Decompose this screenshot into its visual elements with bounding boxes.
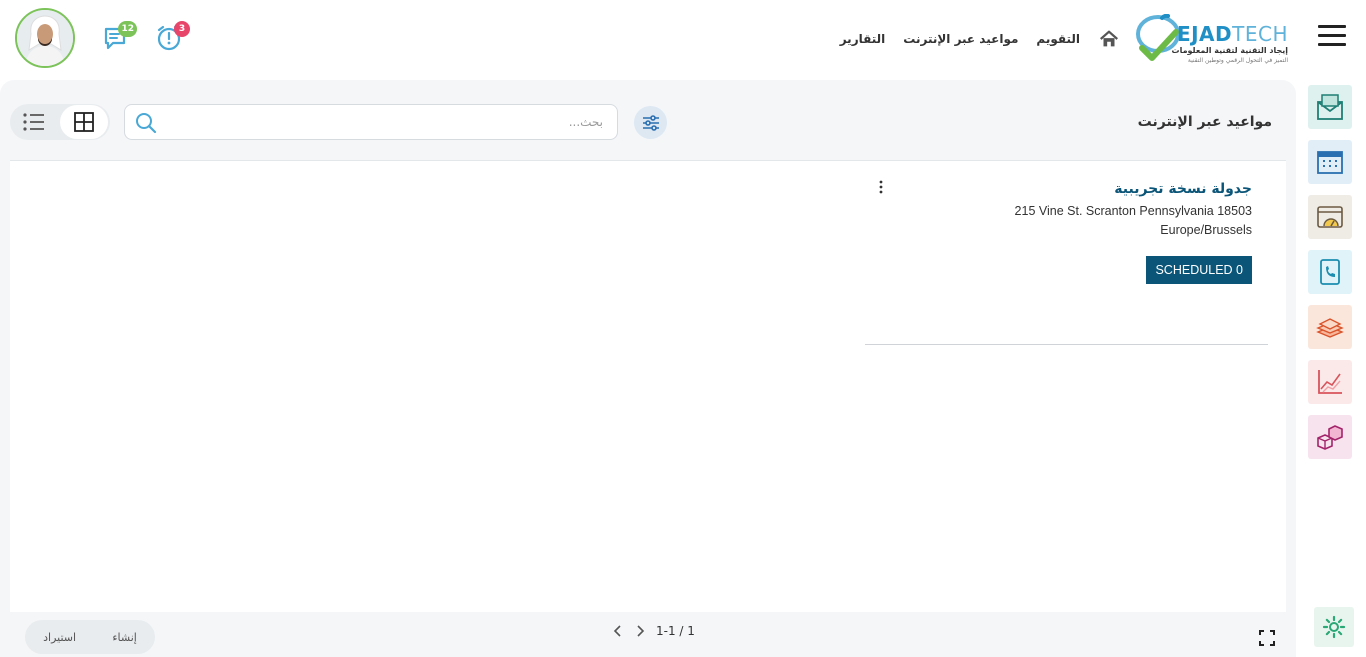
brand-tagline: إيجاد التقنية لتقنية المعلومات xyxy=(1171,46,1288,55)
search-box xyxy=(124,104,618,140)
alarm-notifications[interactable]: 3 xyxy=(156,21,190,52)
status-badge[interactable]: SCHEDULED 0 xyxy=(1146,256,1252,284)
appointment-card[interactable]: جدولة نسخة تجريبية 215 Vine St. Scranton… xyxy=(865,161,1268,345)
sidebar-item-dashboard[interactable] xyxy=(1308,195,1352,239)
appointments-grid: جدولة نسخة تجريبية 215 Vine St. Scranton… xyxy=(10,160,1286,612)
filter-button[interactable] xyxy=(634,106,667,139)
dashboard-icon xyxy=(1317,206,1343,228)
create-button[interactable]: إنشاء xyxy=(112,631,136,644)
gear-icon xyxy=(1322,615,1346,639)
main-panel: مواعيد عبر الإنترنت جدولة نسخة xyxy=(0,80,1296,657)
card-address: 215 Vine St. Scranton Pennsylvania 18503 xyxy=(1014,204,1252,218)
page-title: مواعيد عبر الإنترنت xyxy=(1137,114,1272,130)
home-icon[interactable] xyxy=(1098,28,1120,50)
sidebar-item-mail[interactable] xyxy=(1308,85,1352,129)
app-sidebar xyxy=(1308,85,1354,470)
card-timezone: Europe/Brussels xyxy=(1160,223,1252,237)
brand-logo[interactable]: EJADTECH إيجاد التقنية لتقنية المعلومات … xyxy=(1132,12,1288,68)
list-icon[interactable] xyxy=(22,111,46,133)
brand-name: EJADTECH xyxy=(1176,22,1288,46)
pager-text: 1-1 / 1 xyxy=(656,624,695,638)
search-input[interactable] xyxy=(173,105,603,139)
footer-bar: استيراد إنشاء 1-1 / 1 xyxy=(0,612,1296,657)
avatar[interactable] xyxy=(15,8,75,68)
chevron-right-icon[interactable] xyxy=(634,624,646,638)
hamburger-icon[interactable] xyxy=(1318,25,1346,47)
sidebar-item-calendar[interactable] xyxy=(1308,140,1352,184)
top-nav: التقويم مواعيد عبر الإنترنت التقارير xyxy=(840,28,1120,50)
mail-icon xyxy=(1317,94,1343,120)
sidebar-item-contacts[interactable] xyxy=(1308,250,1352,294)
chevron-left-icon[interactable] xyxy=(612,624,624,638)
kebab-menu-icon[interactable] xyxy=(877,179,885,195)
chat-badge: 12 xyxy=(118,21,137,37)
grid-view-button[interactable] xyxy=(60,105,108,139)
logo-mark xyxy=(1136,14,1180,61)
chart-icon xyxy=(1318,370,1342,394)
nav-item-online-appointments[interactable]: مواعيد عبر الإنترنت xyxy=(903,32,1018,46)
top-header: EJADTECH إيجاد التقنية لتقنية المعلومات … xyxy=(0,0,1366,80)
phone-book-icon xyxy=(1320,259,1340,285)
user-avatar-icon xyxy=(17,10,73,66)
grid-icon xyxy=(74,112,94,132)
sliders-icon xyxy=(642,114,659,131)
boxes-icon xyxy=(1317,425,1343,450)
sidebar-item-analytics[interactable] xyxy=(1308,360,1352,404)
sidebar-item-settings[interactable] xyxy=(1314,607,1354,647)
brand-subtagline: التميز في التحول الرقمي وتوطين التقنية xyxy=(1187,57,1288,64)
fullscreen-icon[interactable] xyxy=(1259,630,1275,646)
nav-item-calendar[interactable]: التقويم xyxy=(1036,32,1080,46)
cash-icon xyxy=(1316,318,1344,338)
view-toggle xyxy=(10,104,110,140)
sidebar-item-inventory[interactable] xyxy=(1308,415,1352,459)
pager: 1-1 / 1 xyxy=(612,624,695,638)
nav-item-reports[interactable]: التقارير xyxy=(840,32,886,46)
alarm-badge: 3 xyxy=(174,21,190,37)
import-button[interactable]: استيراد xyxy=(43,631,76,644)
footer-actions: استيراد إنشاء xyxy=(25,620,155,654)
search-icon[interactable] xyxy=(135,112,157,134)
calendar-icon xyxy=(1317,151,1343,174)
sidebar-item-finance[interactable] xyxy=(1308,305,1352,349)
card-title[interactable]: جدولة نسخة تجريبية xyxy=(1114,181,1252,197)
chat-notifications[interactable]: 12 xyxy=(103,21,137,52)
